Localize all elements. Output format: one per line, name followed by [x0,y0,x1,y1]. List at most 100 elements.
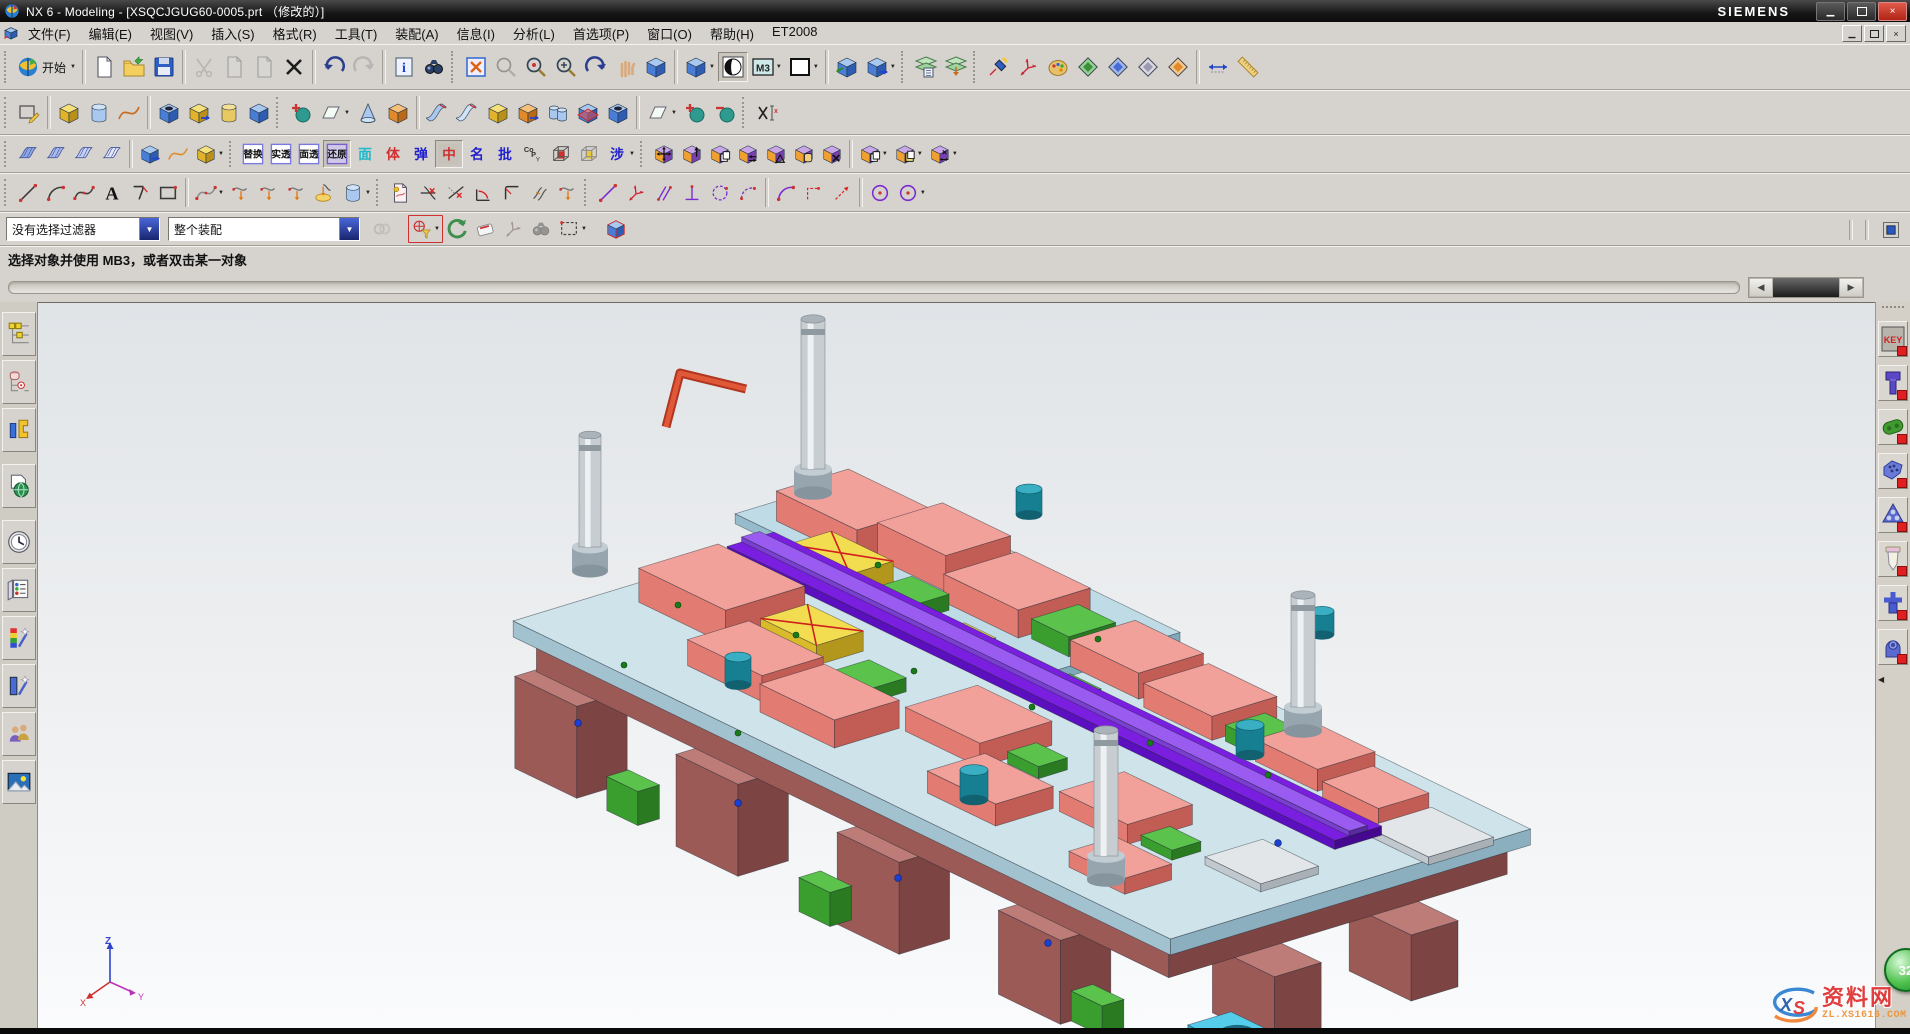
show-hide-icon[interactable] [1073,52,1103,82]
palette-item-mount[interactable] [1878,629,1908,665]
horizontal-scrollbar[interactable]: ◀ ▶ [1748,277,1864,298]
dropdown-arrow-icon[interactable]: ▼ [344,110,350,116]
measure-angle-icon[interactable] [1233,52,1263,82]
palette-grip[interactable] [1882,306,1904,313]
visualization-tab[interactable] [2,616,36,660]
divide-curve-icon[interactable] [442,179,470,207]
background-icon[interactable]: ▼ [785,52,822,82]
system-materials-tab[interactable] [2,568,36,612]
toolbar-grip[interactable] [451,51,457,83]
palette-item-cross-fitting[interactable] [1878,585,1908,621]
history-tab[interactable] [2,520,36,564]
sketch-icon[interactable] [14,98,44,128]
offset-curve-icon[interactable] [227,179,255,207]
ref-arc-icon[interactable] [734,179,762,207]
scene-tab[interactable] [2,664,36,708]
sketch-point-icon[interactable] [622,179,650,207]
child-minimize-button[interactable]: ▁ [1842,25,1862,42]
point-icon[interactable] [286,98,316,128]
dropdown-arrow-icon[interactable]: ▼ [882,151,888,157]
menu-item-7[interactable]: 信息(I) [448,22,504,45]
rollback-icon[interactable] [443,215,471,243]
selection-filter-combo[interactable]: 没有选择过滤器 ▼ [6,217,160,241]
offset-surface-icon[interactable]: ▼ [643,98,680,128]
sketch-fillet-icon[interactable] [772,179,800,207]
menu-item-8[interactable]: 分析(L) [504,22,564,45]
part-navigator-tab[interactable] [2,408,36,452]
ming-button[interactable]: 名 [463,140,491,168]
hole-icon[interactable] [154,98,184,128]
scroll-left-button[interactable]: ◀ [1749,278,1773,297]
toolbar-grip[interactable] [229,141,235,168]
dropdown-arrow-icon[interactable]: ▼ [218,190,224,196]
palette-item-bracket[interactable] [1878,453,1908,489]
pattern-feature-icon[interactable]: ▼ [891,140,926,168]
derived-curve-icon[interactable] [386,179,414,207]
assembly-navigator-tab[interactable] [2,312,36,356]
menu-item-1[interactable]: 编辑(E) [80,22,141,45]
face-transparent-button[interactable]: 面透 [295,140,323,168]
simplify-curve-icon[interactable] [283,179,311,207]
constraint-navigator-tab[interactable] [2,360,36,404]
solid-select-icon[interactable] [602,215,630,243]
extrude-icon[interactable] [54,98,84,128]
menu-item-6[interactable]: 装配(A) [386,22,447,45]
wcs-dynamics-icon[interactable] [1013,52,1043,82]
rectangle-icon[interactable] [154,179,182,207]
studio-spline-icon[interactable]: ▼ [192,179,227,207]
menu-item-5[interactable]: 工具(T) [326,22,387,45]
resize-face-icon[interactable]: ▼ [926,140,961,168]
scrollbar-thumb[interactable] [1773,278,1839,297]
move-face-icon[interactable] [650,140,678,168]
graphics-viewport[interactable]: Z X Y [38,302,1875,1028]
new-file-icon[interactable] [89,52,119,82]
dropdown-arrow-icon[interactable]: ▼ [709,64,715,70]
show-icon[interactable] [1163,52,1193,82]
restore-button[interactable]: 还原 [323,140,351,168]
boss-icon[interactable] [184,98,214,128]
pattern-face-icon[interactable] [734,140,762,168]
toolbar-grip[interactable] [4,97,10,129]
information-icon[interactable]: i [389,52,419,82]
spline-icon[interactable] [70,179,98,207]
menu-item-3[interactable]: 插入(S) [202,22,263,45]
red-wire-cube-icon[interactable] [547,140,575,168]
zoom-in-out-icon[interactable] [551,52,581,82]
toolbar-grip[interactable] [901,51,907,83]
fullscreen-icon[interactable] [1878,217,1904,243]
line-icon[interactable] [14,179,42,207]
pan-icon[interactable] [611,52,641,82]
toolbar-grip[interactable] [584,179,590,206]
web-browser-tab[interactable] [2,464,36,508]
toolbar-grip[interactable] [376,179,382,206]
boolean-subtract-icon[interactable] [710,98,740,128]
start-button[interactable]: 开始▼ [14,53,79,81]
toolbar-grip[interactable] [4,141,10,168]
arc-icon[interactable] [42,179,70,207]
dropdown-arrow-icon[interactable]: ▼ [581,226,587,232]
toolbar-grip[interactable] [742,97,748,129]
orient-view-icon[interactable]: ▼ [681,52,718,82]
open-file-icon[interactable] [119,52,149,82]
dropdown-arrow-icon[interactable]: ▼ [434,226,440,232]
ti-button[interactable]: 体 [379,140,407,168]
palette-item-guide-punch[interactable] [1878,541,1908,577]
find-component-icon[interactable] [419,52,449,82]
menu-item-0[interactable]: 文件(F) [19,22,80,45]
menu-item-12[interactable]: ET2008 [763,22,827,45]
sweep-along-guide-icon[interactable] [114,98,144,128]
profile-icon[interactable] [126,179,154,207]
immediate-hide-icon[interactable] [1103,52,1133,82]
toolbar-grip[interactable] [4,51,10,83]
shell-icon[interactable] [603,98,633,128]
draft-icon[interactable] [513,98,543,128]
rendering-style-icon[interactable] [718,52,748,82]
pi-button[interactable]: 批 [491,140,519,168]
move-curve-icon[interactable] [554,179,582,207]
rotate-view-icon[interactable] [581,52,611,82]
swept-icon[interactable] [136,140,164,168]
menu-item-4[interactable]: 格式(R) [264,22,326,45]
dropdown-arrow-icon[interactable]: ▼ [813,64,819,70]
trim-curve-icon[interactable] [414,179,442,207]
dropdown-arrow-icon[interactable]: ▼ [218,151,224,157]
